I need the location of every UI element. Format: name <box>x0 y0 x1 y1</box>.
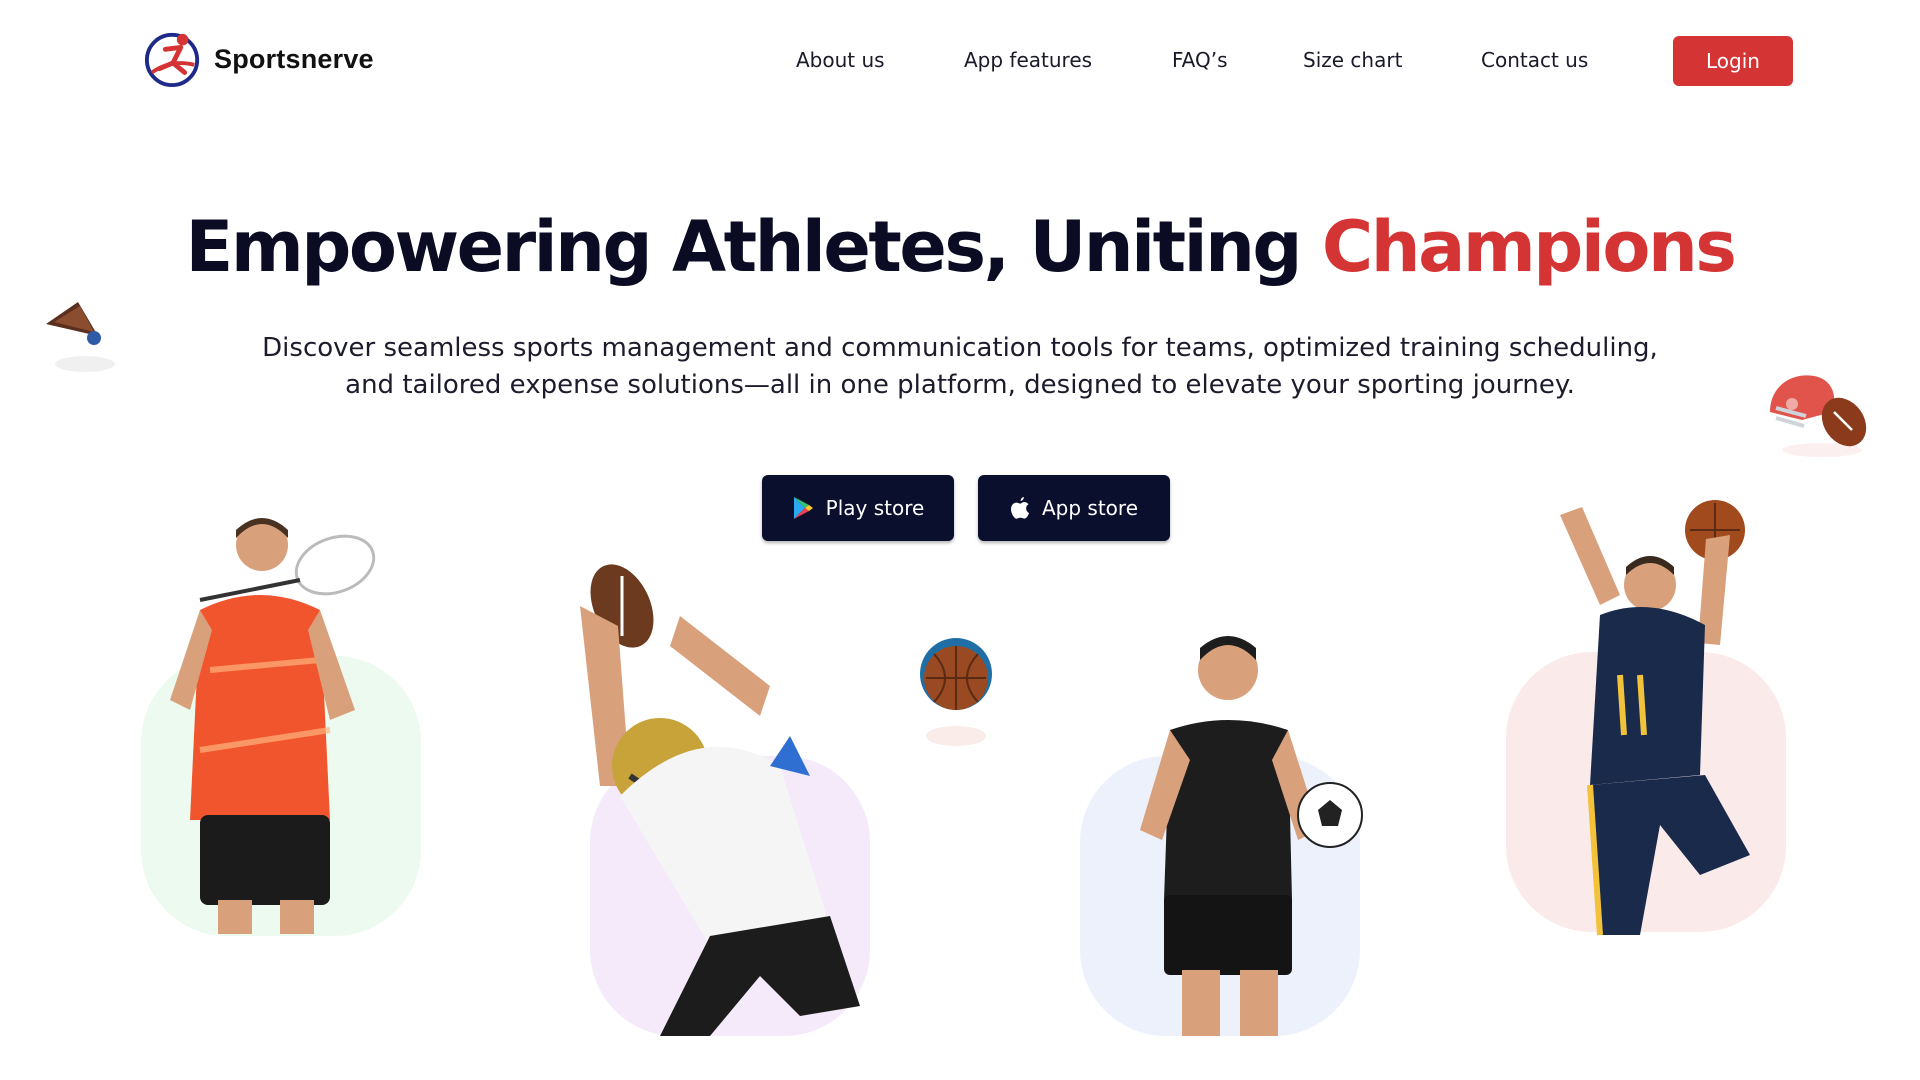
nav-about-us[interactable]: About us <box>796 48 885 72</box>
hero-title: Empowering Athletes, Uniting Champions <box>0 206 1920 288</box>
shuttlecock-icon <box>46 302 115 372</box>
helmet-football-icon <box>1770 375 1867 457</box>
hero-subtitle-line2: and tailored expense solutions—all in on… <box>345 370 1575 400</box>
badminton-player-image <box>170 518 376 934</box>
apple-icon <box>1010 497 1029 519</box>
nav-faqs[interactable]: FAQ’s <box>1172 48 1228 72</box>
soccer-player-image <box>1140 636 1363 1036</box>
hero-subtitle-line1: Discover seamless sports management and … <box>262 333 1658 363</box>
play-store-icon <box>793 497 813 519</box>
hero-title-main: Empowering Athletes, Uniting <box>185 206 1322 288</box>
play-store-button[interactable]: Play store <box>762 475 954 541</box>
basketball-player-image <box>1560 500 1750 936</box>
brand-logo[interactable]: Sportsnerve <box>144 30 374 88</box>
brand-name: Sportsnerve <box>214 43 374 74</box>
play-store-label: Play store <box>825 496 925 520</box>
runner-logo-icon <box>144 32 200 88</box>
app-store-label: App store <box>1041 496 1138 520</box>
login-button[interactable]: Login <box>1673 36 1793 86</box>
basketball-icon <box>920 638 992 746</box>
football-player-image <box>580 564 860 1036</box>
hero-title-accent: Champions <box>1321 206 1737 288</box>
nav-app-features[interactable]: App features <box>964 48 1092 72</box>
app-store-button[interactable]: App store <box>978 475 1170 541</box>
nav-contact-us[interactable]: Contact us <box>1481 48 1588 72</box>
nav-size-chart[interactable]: Size chart <box>1303 48 1402 72</box>
hero-subtitle: Discover seamless sports management and … <box>160 330 1760 404</box>
